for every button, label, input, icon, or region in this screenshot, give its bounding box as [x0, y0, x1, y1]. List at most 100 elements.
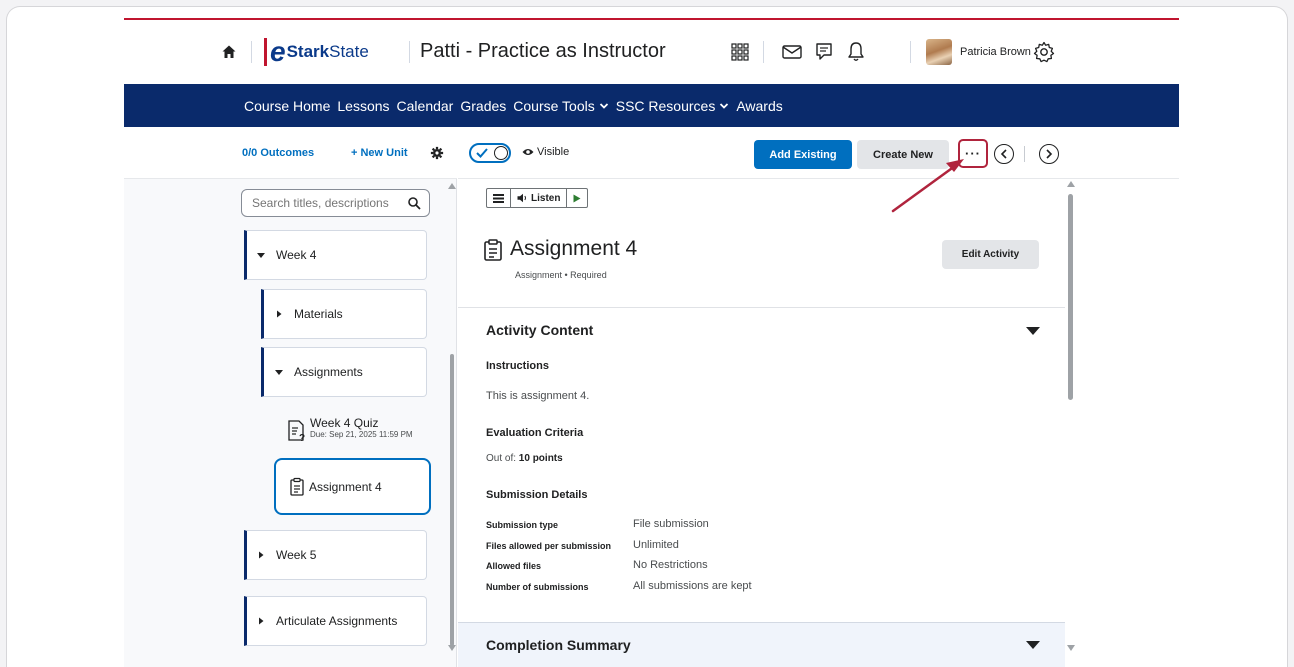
nav-label: Awards [736, 97, 783, 114]
starkstate-logo[interactable]: e Stark State [264, 38, 369, 66]
panel-toolbar: 0/0 Outcomes + New Unit [124, 127, 457, 179]
header-separator [763, 41, 764, 63]
detail-row: Files allowed per submission Unlimited [486, 539, 679, 551]
out-of-value: 10 points [518, 453, 563, 464]
unit-label: Articulate Assignments [276, 614, 398, 628]
lesson-label: Materials [294, 307, 343, 321]
detail-value: File submission [633, 518, 709, 530]
menu-icon [493, 193, 504, 203]
toolbar-separator [1024, 146, 1025, 162]
user-avatar[interactable] [926, 39, 952, 65]
activity-content-area: Listen Assignment 4 Assignment • Require… [458, 179, 1065, 667]
nav-calendar[interactable]: Calendar [397, 98, 454, 114]
waffle-icon[interactable] [728, 40, 752, 64]
check-icon [476, 148, 488, 158]
nav-grades[interactable]: Grades [460, 98, 506, 114]
svg-text:?: ? [299, 433, 305, 443]
nav-course-tools[interactable]: Course Tools [513, 98, 608, 114]
listen-button[interactable]: Listen [511, 189, 568, 207]
submission-details-label: Submission Details [486, 489, 588, 501]
previous-activity-button[interactable] [994, 144, 1014, 164]
detail-key: Submission type [486, 520, 559, 530]
unit-week-5[interactable]: Week 5 [244, 530, 427, 580]
unit-label: Week 5 [276, 548, 317, 562]
nav-label: Calendar [396, 97, 454, 114]
header-separator [910, 41, 911, 63]
content-scrollbar[interactable] [1068, 194, 1073, 400]
detail-key: Files allowed per submission [486, 541, 612, 551]
assignment-icon [484, 239, 502, 261]
caret-right-icon [259, 551, 264, 559]
detail-key: Number of submissions [486, 582, 589, 592]
gear-icon[interactable] [1032, 40, 1056, 64]
scroll-up-icon[interactable] [448, 183, 456, 189]
next-activity-button[interactable] [1039, 144, 1059, 164]
nav-label: SSC Resources [615, 97, 716, 114]
activity-week-4-quiz[interactable]: ? Week 4 Quiz Due: Sep 21, 2025 11:59 PM [287, 416, 428, 443]
unit-week-4[interactable]: Week 4 [244, 230, 427, 280]
play-button[interactable] [567, 189, 587, 207]
scroll-up-icon[interactable] [1067, 181, 1075, 187]
course-navbar: Course Home Lessons Calendar Grades Cour… [124, 84, 1179, 127]
instructions-label: Instructions [486, 360, 549, 372]
more-options-button[interactable]: ··· [958, 139, 988, 168]
scroll-down-icon[interactable] [448, 645, 456, 651]
detail-row: Number of submissions All submissions ar… [486, 580, 752, 592]
left-scrollbar[interactable] [450, 354, 454, 646]
bell-icon[interactable] [844, 40, 868, 64]
quiz-icon: ? [288, 420, 305, 443]
caret-right-icon [259, 617, 264, 625]
evaluation-criteria-label: Evaluation Criteria [486, 427, 584, 439]
detail-value: No Restrictions [633, 559, 708, 571]
logo-e: e [264, 38, 286, 66]
listen-label: Listen [531, 192, 561, 204]
visible-label: Visible [537, 146, 570, 158]
out-of-label: Out of: [486, 453, 517, 464]
nav-ssc-resources[interactable]: SSC Resources [616, 98, 730, 114]
activity-assignment-4-selected[interactable]: Assignment 4 [274, 458, 431, 515]
nav-course-home[interactable]: Course Home [244, 98, 330, 114]
visibility-toggle[interactable] [469, 143, 511, 163]
speaker-icon [517, 193, 526, 203]
lesson-assignments[interactable]: Assignments [261, 347, 427, 397]
outcomes-link[interactable]: 0/0 Outcomes [242, 147, 314, 159]
chevron-down-icon [720, 102, 729, 109]
home-icon[interactable] [221, 44, 237, 60]
new-unit-button[interactable]: + New Unit [351, 147, 408, 159]
settings-gear-icon[interactable] [430, 146, 444, 160]
nav-label: Course Tools [513, 97, 595, 114]
collapse-toggle-icon[interactable] [1026, 641, 1040, 649]
nav-label: Lessons [337, 97, 390, 114]
completion-summary-section[interactable]: Completion Summary [458, 622, 1065, 667]
chat-icon[interactable] [812, 40, 836, 64]
readspeaker-menu-button[interactable] [487, 189, 511, 207]
chevron-right-icon [1046, 149, 1053, 159]
search-input[interactable] [242, 190, 429, 216]
course-title[interactable]: Patti - Practice as Instructor [420, 40, 666, 63]
add-existing-button[interactable]: Add Existing [754, 140, 852, 169]
scroll-down-icon[interactable] [1067, 645, 1075, 651]
collapse-toggle-icon[interactable] [1026, 327, 1040, 335]
nav-awards[interactable]: Awards [736, 98, 782, 114]
eye-icon [522, 149, 534, 155]
assignment-icon [290, 477, 304, 496]
nav-lessons[interactable]: Lessons [337, 98, 389, 114]
instructions-text: This is assignment 4. [486, 390, 590, 402]
nav-label: Grades [460, 97, 507, 114]
divider [458, 307, 1065, 308]
user-name[interactable]: Patricia Brown [960, 46, 1031, 58]
unit-articulate-assignments[interactable]: Articulate Assignments [244, 596, 427, 646]
mail-icon[interactable] [780, 40, 804, 64]
quiz-text: Week 4 Quiz Due: Sep 21, 2025 11:59 PM [310, 416, 428, 439]
activity-label: Assignment 4 [309, 479, 382, 494]
search-icon[interactable] [407, 196, 421, 210]
top-header: e Stark State Patti - Practice as Instru… [124, 20, 1179, 84]
quiz-title: Week 4 Quiz [310, 416, 379, 430]
lesson-materials[interactable]: Materials [261, 289, 427, 339]
nav-label: Course Home [244, 97, 331, 114]
detail-value: All submissions are kept [633, 580, 752, 592]
create-new-button[interactable]: Create New [857, 140, 949, 169]
activity-subtitle: Assignment • Required [515, 270, 607, 280]
header-separator [409, 41, 410, 63]
edit-activity-button[interactable]: Edit Activity [942, 240, 1039, 269]
